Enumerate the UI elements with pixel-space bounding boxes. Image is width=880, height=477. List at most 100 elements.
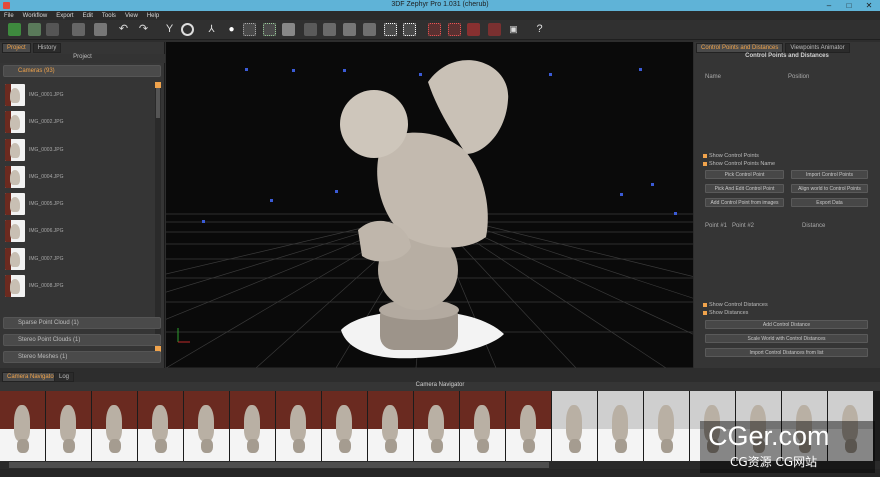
new-project-icon[interactable] [8, 23, 21, 36]
menu-view[interactable]: View [125, 13, 138, 19]
camera-thumbnail [5, 247, 25, 270]
dense-cloud-icon[interactable] [263, 23, 276, 36]
show-distances-checkbox[interactable]: Show Distances [703, 310, 748, 316]
select-all-icon[interactable] [363, 23, 376, 36]
camera-frame[interactable] [92, 391, 137, 461]
3d-viewport[interactable] [166, 42, 693, 368]
axis-icon[interactable]: ⅄ [205, 23, 218, 36]
camera-frame[interactable] [230, 391, 275, 461]
point-cloud-icon[interactable] [243, 23, 256, 36]
show-control-points-name-checkbox[interactable]: Show Control Points Name [703, 161, 775, 167]
camera-frame[interactable] [644, 391, 689, 461]
mesh-grid-icon[interactable] [72, 23, 85, 36]
mesh-icon[interactable] [282, 23, 295, 36]
tab-camera-navigator[interactable]: Camera Navigator [2, 372, 61, 382]
sparse-point-cloud-group[interactable]: Sparse Point Cloud (1) [3, 317, 161, 329]
tab-control-points[interactable]: Control Points and Distances [696, 43, 784, 53]
select-add-icon[interactable] [323, 23, 336, 36]
add-control-distance-button[interactable]: Add Control Distance [705, 320, 868, 329]
close-icon[interactable]: ✕ [859, 0, 879, 11]
minimize-icon[interactable]: – [819, 0, 839, 11]
camera-thumbnail [5, 165, 25, 188]
scrollbar-thumb[interactable] [156, 88, 160, 118]
camera-frame[interactable] [414, 391, 459, 461]
maximize-icon[interactable]: □ [839, 0, 859, 11]
export-data-button[interactable]: Export Data [791, 198, 868, 207]
undo-icon[interactable]: ↶ [117, 23, 130, 36]
import-icon[interactable] [46, 23, 59, 36]
help-icon[interactable]: ? [533, 23, 546, 36]
align-world-button[interactable]: Align world to Control Points [791, 184, 868, 193]
tab-history[interactable]: History [32, 43, 62, 53]
camera-list-item[interactable]: IMG_0004.JPG [3, 164, 153, 191]
camera-frame[interactable] [506, 391, 551, 461]
select-remove-icon[interactable] [343, 23, 356, 36]
camera-frame[interactable] [552, 391, 597, 461]
cameras-group[interactable]: Cameras (93) [3, 65, 161, 77]
camera-name: IMG_0005.JPG [29, 201, 64, 208]
light-bulb-icon[interactable]: ● [225, 23, 238, 36]
camera-name: IMG_0007.JPG [29, 255, 64, 262]
save-icon[interactable] [28, 23, 41, 36]
pick-tool-icon[interactable]: Y [163, 23, 176, 36]
camera-list-item[interactable]: IMG_0005.JPG [3, 191, 153, 218]
import-control-points-button[interactable]: Import Control Points [791, 170, 868, 179]
camera-icon[interactable]: ▣ [507, 23, 520, 36]
delete-points-icon[interactable] [428, 23, 441, 36]
camera-frame[interactable] [368, 391, 413, 461]
camera-frame[interactable] [184, 391, 229, 461]
camera-thumbnail [5, 111, 25, 134]
cube-icon[interactable] [94, 23, 107, 36]
camera-name: IMG_0008.JPG [29, 283, 64, 290]
scale-world-button[interactable]: Scale World with Control Distances [705, 334, 868, 343]
window-title: 3DF Zephyr Pro 1.031 (cherub) [391, 1, 489, 8]
select-box-icon[interactable] [304, 23, 317, 36]
camera-list-item[interactable]: IMG_0002.JPG [3, 109, 153, 136]
redo-icon[interactable]: ↷ [137, 23, 150, 36]
camera-list-item[interactable]: IMG_0008.JPG [3, 273, 153, 300]
watermark-subtitle: CG资源 CG网站 [730, 455, 818, 469]
show-control-distances-checkbox[interactable]: Show Control Distances [703, 302, 768, 308]
column-name: Name [705, 74, 722, 80]
watermark-title: CGer.com [708, 421, 830, 451]
camera-list-scrollbar[interactable] [155, 82, 161, 352]
camera-frame[interactable] [460, 391, 505, 461]
stereo-meshes-group[interactable]: Stereo Meshes (1) [3, 351, 161, 363]
camera-frame[interactable] [0, 391, 45, 461]
camera-thumbnail [5, 220, 25, 243]
orbit-icon[interactable] [181, 23, 194, 36]
import-control-distances-button[interactable]: Import Control Distances from list [705, 348, 868, 357]
menu-workflow[interactable]: Workflow [23, 13, 48, 19]
camera-frame[interactable] [598, 391, 643, 461]
camera-list-item[interactable]: IMG_0007.JPG [3, 246, 153, 273]
pick-and-edit-control-point-button[interactable]: Pick And Edit Control Point [705, 184, 784, 193]
camera-frame[interactable] [322, 391, 367, 461]
camera-list-item[interactable]: IMG_0001.JPG [3, 82, 153, 109]
filter-points-icon[interactable] [384, 23, 397, 36]
scrollbar-thumb[interactable] [9, 462, 549, 468]
show-control-points-checkbox[interactable]: Show Control Points [703, 153, 759, 159]
pick-control-point-button[interactable]: Pick Control Point [705, 170, 784, 179]
camera-frame[interactable] [138, 391, 183, 461]
add-control-point-from-images-button[interactable]: Add Control Point from images [705, 198, 784, 207]
tab-log[interactable]: Log [54, 372, 75, 382]
tab-project[interactable]: Project [2, 43, 31, 53]
menu-help[interactable]: Help [147, 13, 159, 19]
menu-tools[interactable]: Tools [102, 13, 116, 19]
camera-list-item[interactable]: IMG_0003.JPG [3, 137, 153, 164]
tab-viewpoints-animator[interactable]: Viewpoints Animator [785, 43, 850, 53]
menu-file[interactable]: File [4, 13, 14, 19]
cut-icon[interactable] [488, 23, 501, 36]
menu-export[interactable]: Export [56, 13, 73, 19]
delete-selection-icon[interactable] [448, 23, 461, 36]
camera-thumbnail [5, 84, 25, 106]
camera-list-item[interactable]: IMG_0006.JPG [3, 218, 153, 245]
filter-mesh-icon[interactable] [403, 23, 416, 36]
stereo-point-clouds-group[interactable]: Stereo Point Clouds (1) [3, 334, 161, 346]
menu-edit[interactable]: Edit [83, 13, 93, 19]
camera-thumbnail [5, 193, 25, 216]
camera-frame[interactable] [46, 391, 91, 461]
origin-axes [177, 328, 190, 343]
crop-icon[interactable] [467, 23, 480, 36]
camera-frame[interactable] [276, 391, 321, 461]
